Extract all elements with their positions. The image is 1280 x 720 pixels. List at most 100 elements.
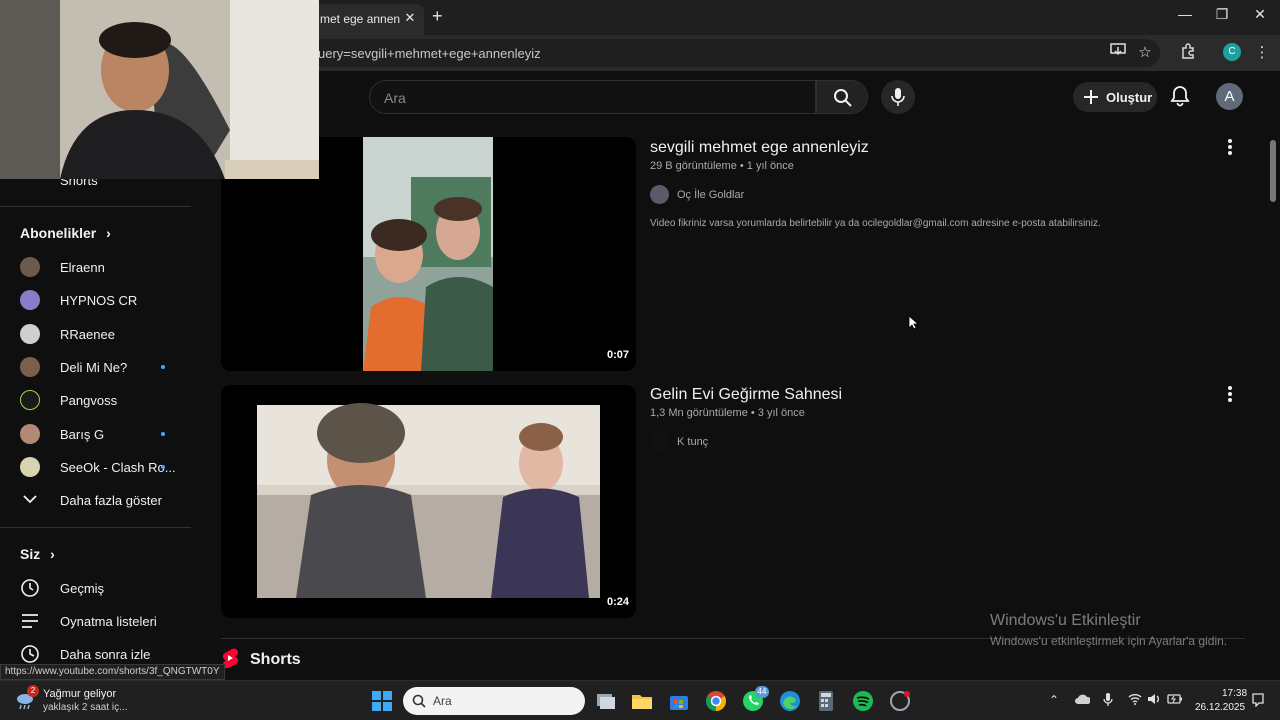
status-bar-url: https://www.youtube.com/shorts/3f_QNGTWT… bbox=[0, 664, 225, 680]
sidebar-item-label: Elraenn bbox=[60, 260, 105, 275]
new-tab-button[interactable]: + bbox=[432, 6, 443, 27]
more-actions-icon[interactable] bbox=[1224, 138, 1236, 156]
search-placeholder: Ara bbox=[384, 90, 406, 106]
page-scrollbar[interactable] bbox=[1270, 140, 1276, 202]
tray-overflow-icon[interactable]: ⌃ bbox=[1049, 693, 1059, 707]
microphone-icon bbox=[891, 88, 905, 106]
chevron-down-icon bbox=[23, 495, 37, 504]
notification-center-icon[interactable] bbox=[1251, 693, 1265, 707]
webcam-overlay bbox=[0, 0, 319, 179]
bookmark-star-icon[interactable]: ☆ bbox=[1135, 43, 1155, 61]
video-title[interactable]: sevgili mehmet ege annenleyiz bbox=[650, 139, 869, 157]
task-view-icon[interactable] bbox=[594, 689, 618, 713]
taskbar-search-placeholder: Ara bbox=[433, 694, 452, 708]
chrome-icon[interactable] bbox=[704, 689, 728, 713]
windows-start-icon[interactable] bbox=[370, 689, 394, 713]
create-label: Oluştur bbox=[1106, 90, 1153, 105]
avatar bbox=[20, 324, 40, 344]
sidebar-item-subscription[interactable]: Deli Mi Ne? bbox=[0, 351, 200, 383]
chevron-right-icon: › bbox=[106, 225, 111, 241]
avatar bbox=[20, 290, 40, 310]
weather-badge: 2 bbox=[27, 685, 39, 697]
windows-activation-subtitle: Windows'u etkinleştirmek için Ayarlar'a … bbox=[990, 634, 1228, 648]
channel-avatar[interactable] bbox=[650, 432, 669, 451]
thumbnail-image bbox=[221, 385, 636, 618]
extensions-icon[interactable] bbox=[1178, 43, 1198, 63]
more-actions-icon[interactable] bbox=[1224, 385, 1236, 403]
history-icon bbox=[21, 579, 39, 597]
mouse-cursor-icon bbox=[908, 315, 918, 330]
account-avatar[interactable]: A bbox=[1216, 83, 1243, 110]
channel-name[interactable]: Oç İle Goldlar bbox=[677, 189, 744, 201]
channel-avatar[interactable] bbox=[650, 185, 669, 204]
avatar bbox=[20, 257, 40, 277]
browser-menu-icon[interactable]: ⋮ bbox=[1252, 43, 1272, 61]
address-bar[interactable]: uery=sevgili+mehmet+ege+annenleyiz bbox=[300, 39, 1160, 67]
video-meta: 29 B görüntüleme • 1 yıl önce bbox=[650, 160, 794, 172]
sidebar-item-label: Daha fazla göster bbox=[60, 493, 162, 508]
spotify-icon[interactable] bbox=[851, 689, 875, 713]
create-button[interactable]: Oluştur bbox=[1073, 82, 1157, 112]
you-heading[interactable]: Siz › bbox=[20, 546, 55, 562]
search-button[interactable] bbox=[816, 80, 868, 114]
video-description: Video fikriniz varsa yorumlarda belirteb… bbox=[650, 218, 1101, 229]
sidebar-item-label: Geçmiş bbox=[60, 581, 105, 596]
search-icon bbox=[834, 89, 852, 107]
sidebar-item-subscription[interactable]: RRaenee bbox=[0, 318, 200, 350]
sidebar-item-label: RRaenee bbox=[60, 327, 115, 342]
plus-icon bbox=[1084, 90, 1098, 104]
playlist-icon bbox=[22, 614, 38, 628]
onedrive-cloud-icon[interactable] bbox=[1074, 693, 1090, 705]
browser-profile-avatar[interactable]: C bbox=[1223, 43, 1241, 61]
video-title[interactable]: Gelin Evi Geğirme Sahnesi bbox=[650, 386, 842, 404]
volume-icon[interactable] bbox=[1147, 693, 1161, 705]
taskbar-clock-date[interactable]: 26.12.2025 bbox=[1195, 702, 1245, 713]
new-content-dot bbox=[161, 465, 165, 469]
sidebar-item-history[interactable]: Geçmiş bbox=[0, 572, 200, 604]
microsoft-store-icon[interactable] bbox=[667, 689, 691, 713]
sidebar-item-subscription[interactable]: HYPNOS CR bbox=[0, 284, 200, 316]
webcam-image bbox=[0, 0, 319, 179]
taskbar-search-input[interactable]: Ara bbox=[403, 687, 585, 715]
sidebar-item-subscription[interactable]: Barış G bbox=[0, 418, 200, 450]
sidebar-item-playlists[interactable]: Oynatma listeleri bbox=[0, 605, 200, 637]
whatsapp-badge: 44 bbox=[755, 686, 769, 698]
install-app-icon[interactable] bbox=[1108, 43, 1128, 61]
sidebar-item-subscription[interactable]: SeeOk - Clash Ro... bbox=[0, 451, 200, 483]
subscriptions-heading[interactable]: Abonelikler › bbox=[20, 225, 111, 241]
tab-close-icon[interactable]: ✕ bbox=[402, 10, 418, 26]
sidebar-item-subscription[interactable]: Elraenn bbox=[0, 251, 200, 283]
file-explorer-icon[interactable] bbox=[630, 689, 654, 713]
video-thumbnail[interactable]: 0:24 bbox=[221, 385, 636, 618]
show-more-button[interactable]: Daha fazla göster bbox=[0, 484, 200, 516]
microphone-icon[interactable] bbox=[1103, 692, 1113, 707]
sidebar-divider bbox=[0, 206, 191, 207]
channel-name[interactable]: K tunç bbox=[677, 436, 708, 448]
edge-icon[interactable] bbox=[778, 689, 802, 713]
address-url: uery=sevgili+mehmet+ege+annenleyiz bbox=[318, 46, 541, 61]
close-window-button[interactable]: ✕ bbox=[1248, 6, 1272, 23]
voice-search-button[interactable] bbox=[881, 80, 915, 114]
sidebar-divider bbox=[0, 527, 191, 528]
new-content-dot bbox=[161, 432, 165, 436]
search-input[interactable]: Ara bbox=[369, 80, 816, 114]
battery-icon[interactable] bbox=[1167, 693, 1183, 705]
wifi-icon[interactable] bbox=[1128, 693, 1142, 705]
video-duration: 0:24 bbox=[603, 595, 634, 609]
notifications-bell-icon[interactable] bbox=[1170, 85, 1190, 107]
sidebar-item-label: Oynatma listeleri bbox=[60, 614, 157, 629]
avatar bbox=[20, 424, 40, 444]
tab-title: met ege annenleyiz bbox=[320, 12, 400, 26]
watch-later-icon bbox=[21, 645, 39, 663]
sidebar: Shorts Abonelikler › Elraenn HYPNOS CR R… bbox=[0, 123, 205, 663]
sidebar-item-subscription[interactable]: Pangvoss bbox=[0, 384, 200, 416]
copilot-app-icon[interactable] bbox=[888, 689, 912, 713]
sidebar-item-label: Deli Mi Ne? bbox=[60, 360, 128, 375]
shorts-title: Shorts bbox=[250, 651, 301, 668]
sidebar-item-label: Barış G bbox=[60, 427, 105, 442]
calculator-icon[interactable] bbox=[814, 689, 838, 713]
video-meta: 1,3 Mn görüntüleme • 3 yıl önce bbox=[650, 407, 805, 419]
maximize-button[interactable]: ❐ bbox=[1210, 6, 1234, 23]
taskbar-clock-time[interactable]: 17:38 bbox=[1222, 688, 1247, 699]
minimize-button[interactable]: — bbox=[1173, 6, 1197, 22]
